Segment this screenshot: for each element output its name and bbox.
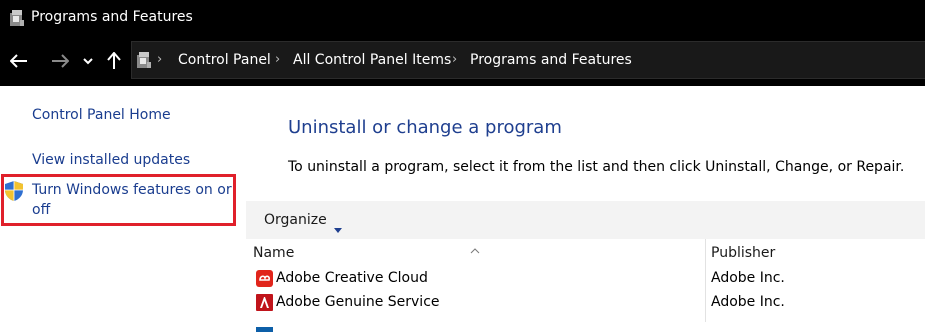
window-title: Programs and Features: [31, 9, 193, 25]
column-divider[interactable]: [705, 239, 706, 322]
chevron-down-icon: [83, 57, 93, 65]
sort-ascending-icon[interactable]: [470, 239, 480, 258]
windows-features-link[interactable]: Turn Windows features on or: [32, 182, 232, 198]
toolbar: Organize: [246, 201, 925, 239]
control-panel-home-link[interactable]: Control Panel Home: [32, 107, 171, 123]
program-icon: [256, 317, 273, 332]
adobe-genuine-service-icon: [256, 294, 273, 311]
breadcrumb-separator-icon[interactable]: ›: [452, 52, 457, 67]
programs-features-icon: [8, 8, 26, 28]
name-column-header[interactable]: Name: [253, 245, 294, 261]
breadcrumb-separator-icon[interactable]: ›: [157, 52, 162, 67]
up-button[interactable]: [103, 46, 125, 76]
program-publisher: Adobe Inc.: [711, 270, 785, 286]
program-publisher: Adobe Inc.: [711, 294, 785, 310]
caret-down-icon[interactable]: [334, 218, 342, 237]
organize-button[interactable]: Organize: [264, 212, 327, 228]
breadcrumb-programs-features[interactable]: Programs and Features: [470, 52, 632, 68]
navigation-bar: › Control Panel › All Control Panel Item…: [0, 36, 925, 86]
publisher-column-header[interactable]: Publisher: [711, 245, 775, 261]
arrow-right-icon: [51, 54, 69, 68]
uac-shield-icon: [4, 180, 24, 202]
arrow-left-icon: [10, 54, 28, 68]
programs-features-icon: [135, 50, 153, 70]
back-button[interactable]: [6, 46, 32, 76]
adobe-creative-cloud-icon: [256, 270, 273, 287]
address-bar[interactable]: › Control Panel › All Control Panel Item…: [131, 41, 925, 79]
breadcrumb-separator-icon[interactable]: ›: [275, 52, 280, 67]
recent-locations-button[interactable]: [80, 46, 96, 76]
title-bar: Programs and Features: [0, 0, 925, 36]
program-name[interactable]: Adobe Creative Cloud: [276, 270, 428, 286]
breadcrumb-all-items[interactable]: All Control Panel Items: [293, 52, 451, 68]
page-description: To uninstall a program, select it from t…: [288, 159, 905, 175]
breadcrumb-control-panel[interactable]: Control Panel: [178, 52, 271, 68]
forward-button[interactable]: [47, 46, 73, 76]
view-installed-updates-link[interactable]: View installed updates: [32, 152, 190, 168]
windows-features-link-continued[interactable]: off: [32, 202, 50, 218]
arrow-up-icon: [107, 52, 121, 70]
page-title: Uninstall or change a program: [288, 117, 562, 138]
program-name[interactable]: Adobe Genuine Service: [276, 294, 440, 310]
